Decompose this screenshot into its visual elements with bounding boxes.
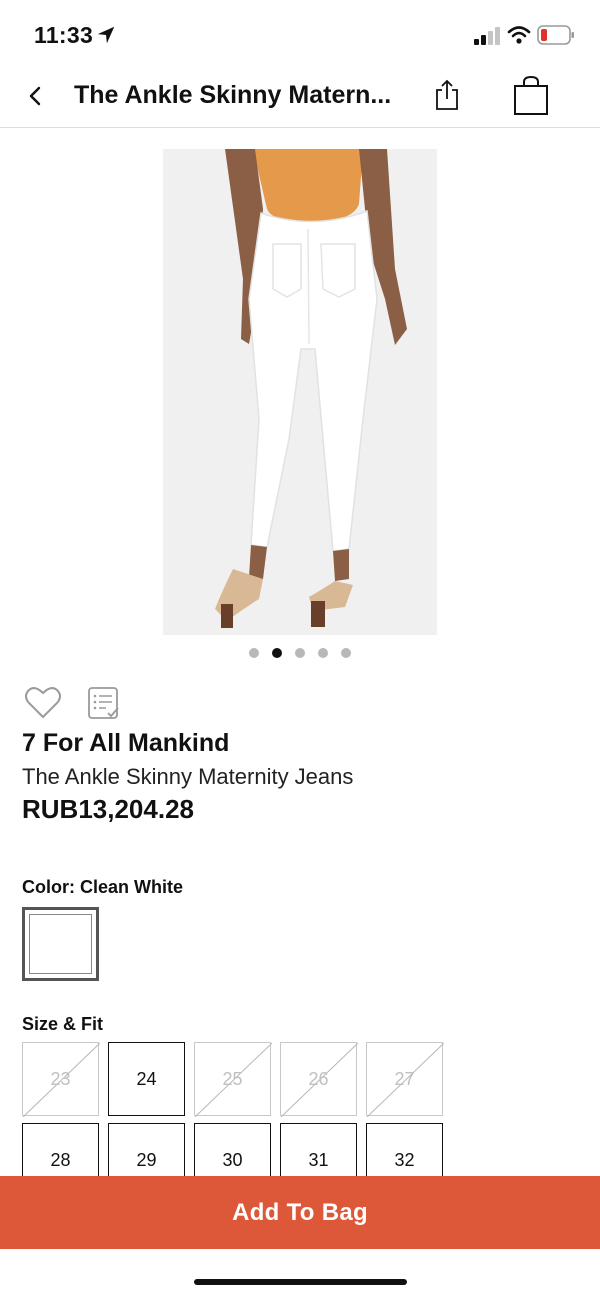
size-label: 23 <box>50 1068 71 1089</box>
status-time: 11:33 <box>34 22 94 48</box>
brand-name[interactable]: 7 For All Mankind <box>22 729 229 758</box>
color-swatch-clean-white[interactable] <box>22 907 99 981</box>
share-icon[interactable] <box>432 78 462 112</box>
size-label: 27 <box>394 1068 415 1089</box>
size-label: 28 <box>50 1149 71 1170</box>
carousel-dot[interactable] <box>295 648 305 658</box>
carousel-dot-active[interactable] <box>272 648 282 658</box>
wifi-icon <box>507 26 531 44</box>
shopping-bag-icon[interactable] <box>512 74 550 116</box>
size-option-27: 27 <box>366 1042 444 1117</box>
carousel-dot[interactable] <box>249 648 259 658</box>
carousel-dot[interactable] <box>341 648 351 658</box>
product-image[interactable] <box>163 149 437 635</box>
size-fit-label: Size & Fit <box>22 1014 104 1034</box>
swatch-fill <box>29 914 92 974</box>
signal-icon <box>474 27 500 45</box>
size-option-23: 23 <box>22 1042 100 1117</box>
size-label: 31 <box>308 1149 329 1170</box>
battery-icon <box>537 25 574 45</box>
status-bar: 11:33 <box>0 0 600 64</box>
size-label: 29 <box>136 1149 157 1170</box>
heart-icon[interactable] <box>24 686 62 720</box>
product-photo <box>163 149 437 635</box>
carousel-dot[interactable] <box>318 648 328 658</box>
size-label: 26 <box>308 1068 329 1089</box>
size-label: 25 <box>222 1068 243 1089</box>
location-arrow-icon <box>97 26 115 44</box>
color-label: Color: Clean White <box>22 877 183 897</box>
size-option-24[interactable]: 24 <box>108 1042 185 1116</box>
page-title: The Ankle Skinny Matern... <box>74 81 392 109</box>
size-option-25: 25 <box>194 1042 272 1117</box>
size-label: 30 <box>222 1149 243 1170</box>
product-name: The Ankle Skinny Maternity Jeans <box>22 764 354 789</box>
chevron-left-icon[interactable] <box>18 78 54 114</box>
carousel-dots[interactable] <box>0 648 600 660</box>
size-label: 24 <box>136 1068 157 1089</box>
nav-bar: The Ankle Skinny Matern... <box>0 64 600 128</box>
add-to-list-icon[interactable] <box>86 686 122 722</box>
home-indicator[interactable] <box>194 1279 407 1285</box>
add-to-bag-button[interactable]: Add To Bag <box>0 1176 600 1249</box>
size-option-26: 26 <box>280 1042 358 1117</box>
product-price: RUB13,204.28 <box>22 794 194 824</box>
size-label: 32 <box>394 1149 415 1170</box>
